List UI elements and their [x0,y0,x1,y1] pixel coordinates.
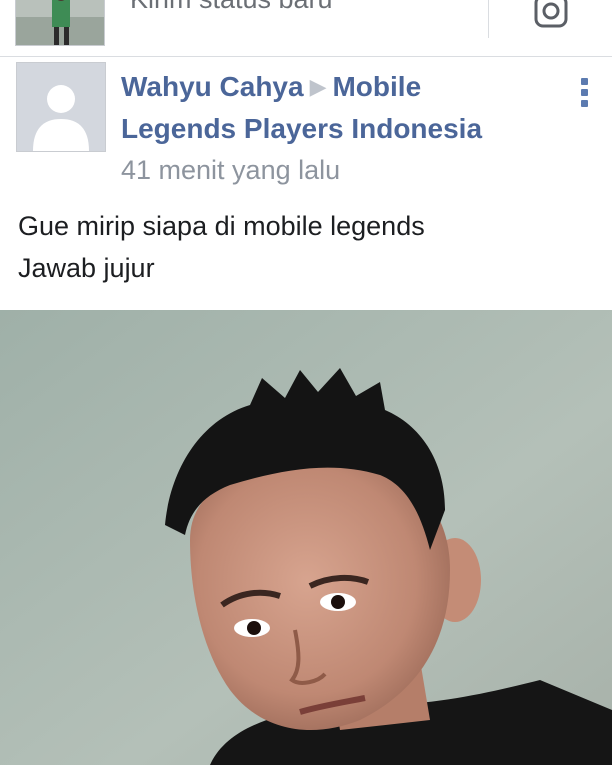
camera-icon[interactable] [530,0,572,30]
post-header: Wahyu Cahya ▶ Mobile Legends Players Indon… [121,66,521,190]
triangle-right-icon: ▶ [309,74,327,99]
post-text-line: Jawab jujur [18,253,155,283]
composer-prompt[interactable]: Kirim status baru [130,0,333,15]
post-timestamp[interactable]: 41 menit yang lalu [121,150,521,190]
status-composer: Kirim status baru [0,0,612,57]
divider [488,0,489,38]
post-title: Wahyu Cahya ▶ Mobile Legends Players Indon… [121,66,521,150]
author-avatar[interactable] [16,62,106,152]
post-text-line: Gue mirip siapa di mobile legends [18,211,425,241]
composer-avatar[interactable] [15,0,105,46]
author-name[interactable]: Wahyu Cahya [121,71,304,102]
post-text: Gue mirip siapa di mobile legends Jawab … [18,205,588,289]
more-vertical-icon[interactable] [576,78,592,112]
default-avatar-icon [17,63,105,151]
post-photo[interactable] [0,310,612,765]
